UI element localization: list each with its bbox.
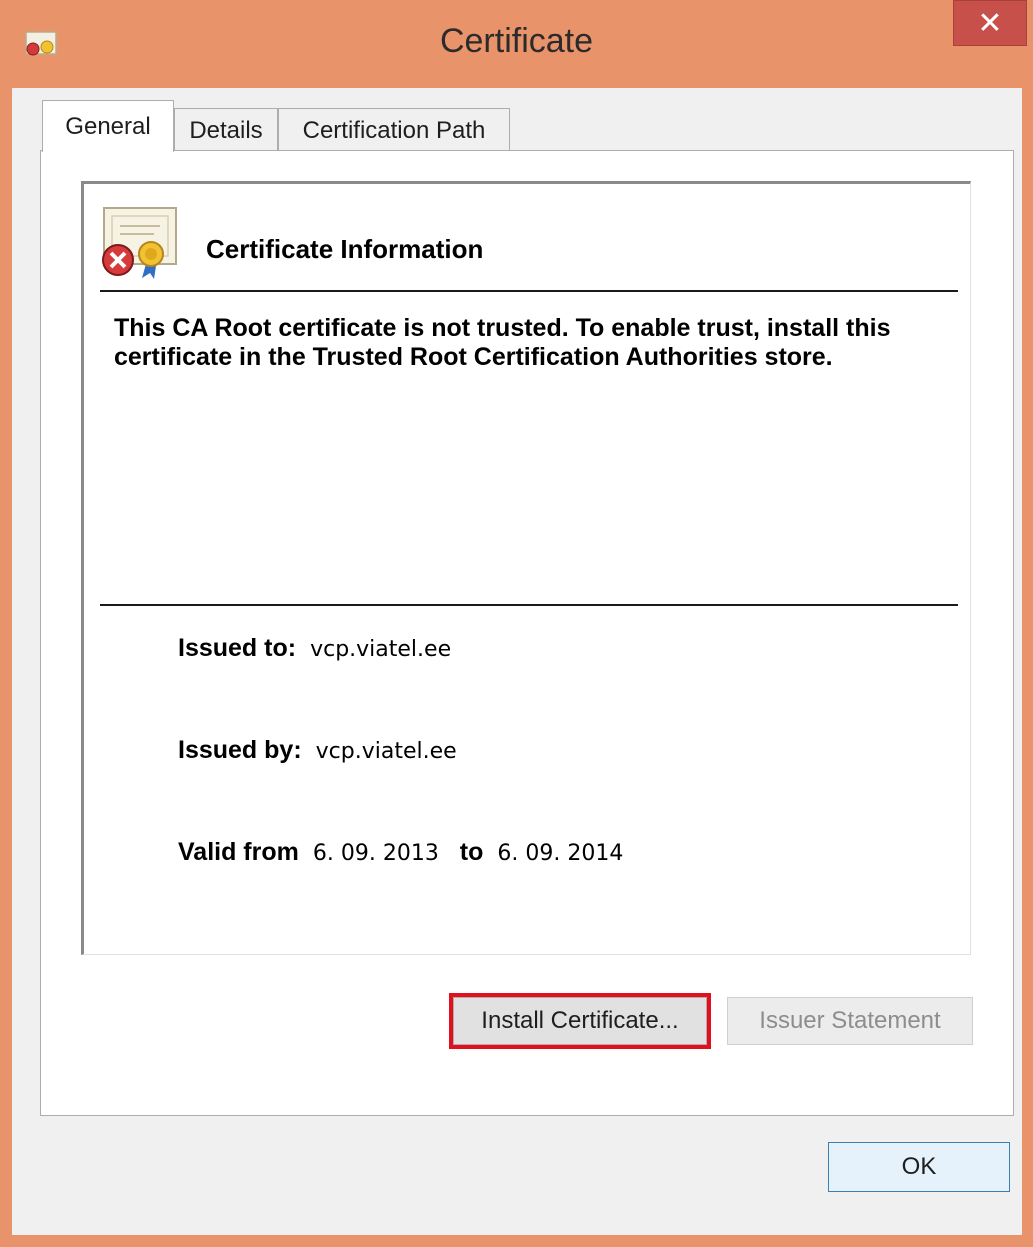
close-icon: ✕ — [977, 6, 1003, 40]
valid-from-value: 6. 09. 2013 — [312, 841, 439, 866]
tab-certification-path[interactable]: Certification Path — [278, 108, 510, 152]
issuer-statement-label: Issuer Statement — [759, 1007, 941, 1034]
ok-label: OK — [901, 1153, 937, 1180]
tab-label: Details — [189, 116, 263, 144]
install-certificate-button[interactable]: Install Certificate... — [449, 993, 711, 1049]
tab-general[interactable]: General — [42, 100, 174, 152]
close-button[interactable]: ✕ — [953, 0, 1027, 46]
issued-to-value: vcp.viatel.ee — [310, 637, 452, 662]
divider — [100, 604, 958, 606]
tab-details[interactable]: Details — [174, 108, 278, 152]
valid-to-value: 6. 09. 2014 — [497, 841, 624, 866]
certificate-info-heading: Certificate Information — [206, 234, 484, 264]
issued-to-row: Issued to: vcp.viatel.ee — [178, 634, 451, 663]
general-tab-panel: Certificate Information This CA Root cer… — [40, 150, 1014, 1116]
valid-from-label: Valid from — [178, 838, 299, 866]
issued-by-value: vcp.viatel.ee — [315, 739, 457, 764]
certificate-error-icon — [102, 207, 177, 279]
install-certificate-label: Install Certificate... — [481, 1007, 679, 1034]
dialog-client-area: General Details Certification Path Certi… — [12, 88, 1022, 1235]
tab-label: Certification Path — [302, 116, 486, 144]
issued-by-row: Issued by: vcp.viatel.ee — [178, 736, 457, 765]
issued-to-label: Issued to: — [178, 634, 297, 662]
certificate-info-box: Certificate Information This CA Root cer… — [81, 181, 971, 955]
trust-warning-message: This CA Root certificate is not trusted.… — [114, 314, 891, 371]
divider — [100, 290, 958, 292]
validity-row: Valid from 6. 09. 2013 to 6. 09. 2014 — [178, 838, 623, 867]
window-title: Certificate — [439, 22, 594, 60]
ok-button[interactable]: OK — [828, 1142, 1010, 1192]
valid-to-label: to — [459, 838, 484, 866]
certificate-window: Certificate ✕ General Details Certificat… — [0, 0, 1033, 1247]
issuer-statement-button[interactable]: Issuer Statement — [727, 997, 973, 1045]
title-bar[interactable]: Certificate ✕ — [0, 0, 1033, 88]
issued-by-label: Issued by: — [178, 736, 302, 764]
tab-label: General — [65, 112, 151, 140]
